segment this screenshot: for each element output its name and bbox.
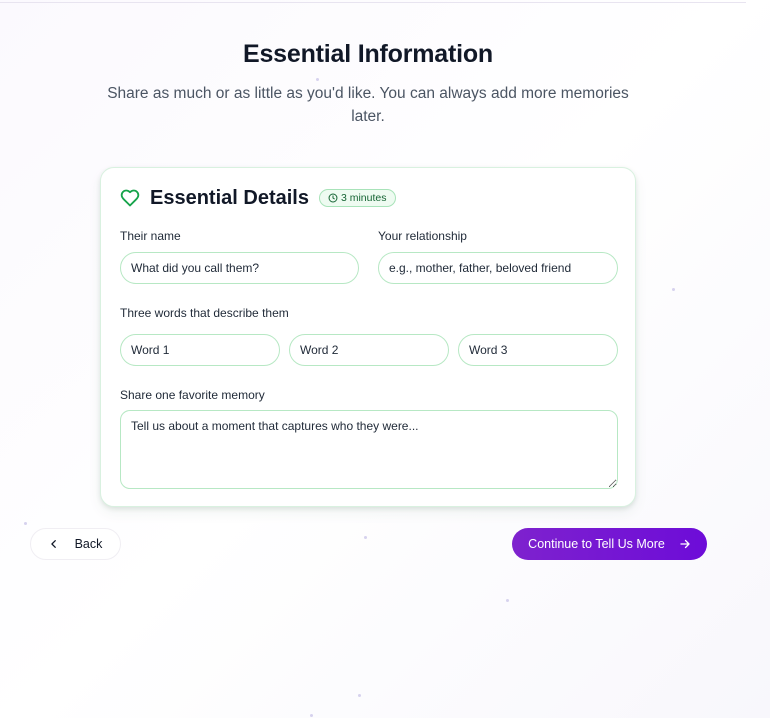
back-button[interactable]: Back: [30, 528, 121, 560]
decor-dot: [672, 288, 675, 291]
card-header: Essential Details 3 minutes: [120, 186, 396, 210]
name-label: Their name: [120, 229, 181, 243]
top-divider: [0, 2, 746, 3]
badge-label: 3 minutes: [340, 192, 387, 204]
continue-button[interactable]: Continue to Tell Us More: [512, 528, 707, 560]
decor-dot: [364, 536, 367, 539]
page-subtitle: Share as much or as little as you'd like…: [107, 85, 629, 125]
page-title: Essential Information: [242, 40, 493, 68]
arrow-right-icon: [679, 538, 691, 550]
essential-details-card: Essential Details 3 minutes Their name Y…: [100, 167, 636, 507]
decor-dot: [506, 599, 509, 602]
card-title: Essential Details: [150, 186, 309, 209]
word-1-input[interactable]: [120, 334, 280, 366]
heart-icon: [120, 188, 140, 208]
continue-button-label: Continue to Tell Us More: [528, 537, 665, 551]
chevron-left-icon: [49, 539, 59, 549]
decor-dot: [24, 522, 27, 525]
memory-textarea[interactable]: [120, 410, 618, 489]
words-label: Three words that describe them: [120, 306, 289, 320]
back-button-label: Back: [74, 537, 103, 551]
decor-dot: [316, 78, 319, 81]
clock-icon: [328, 193, 338, 203]
word-2-input[interactable]: [289, 334, 449, 366]
decor-dot: [358, 694, 361, 697]
word-3-input[interactable]: [458, 334, 618, 366]
time-estimate-badge: 3 minutes: [318, 189, 396, 207]
relationship-label: Your relationship: [378, 229, 467, 243]
name-input[interactable]: [120, 252, 359, 284]
decor-dot: [310, 714, 313, 717]
relationship-input[interactable]: [378, 252, 618, 284]
memory-label: Share one favorite memory: [120, 388, 265, 402]
